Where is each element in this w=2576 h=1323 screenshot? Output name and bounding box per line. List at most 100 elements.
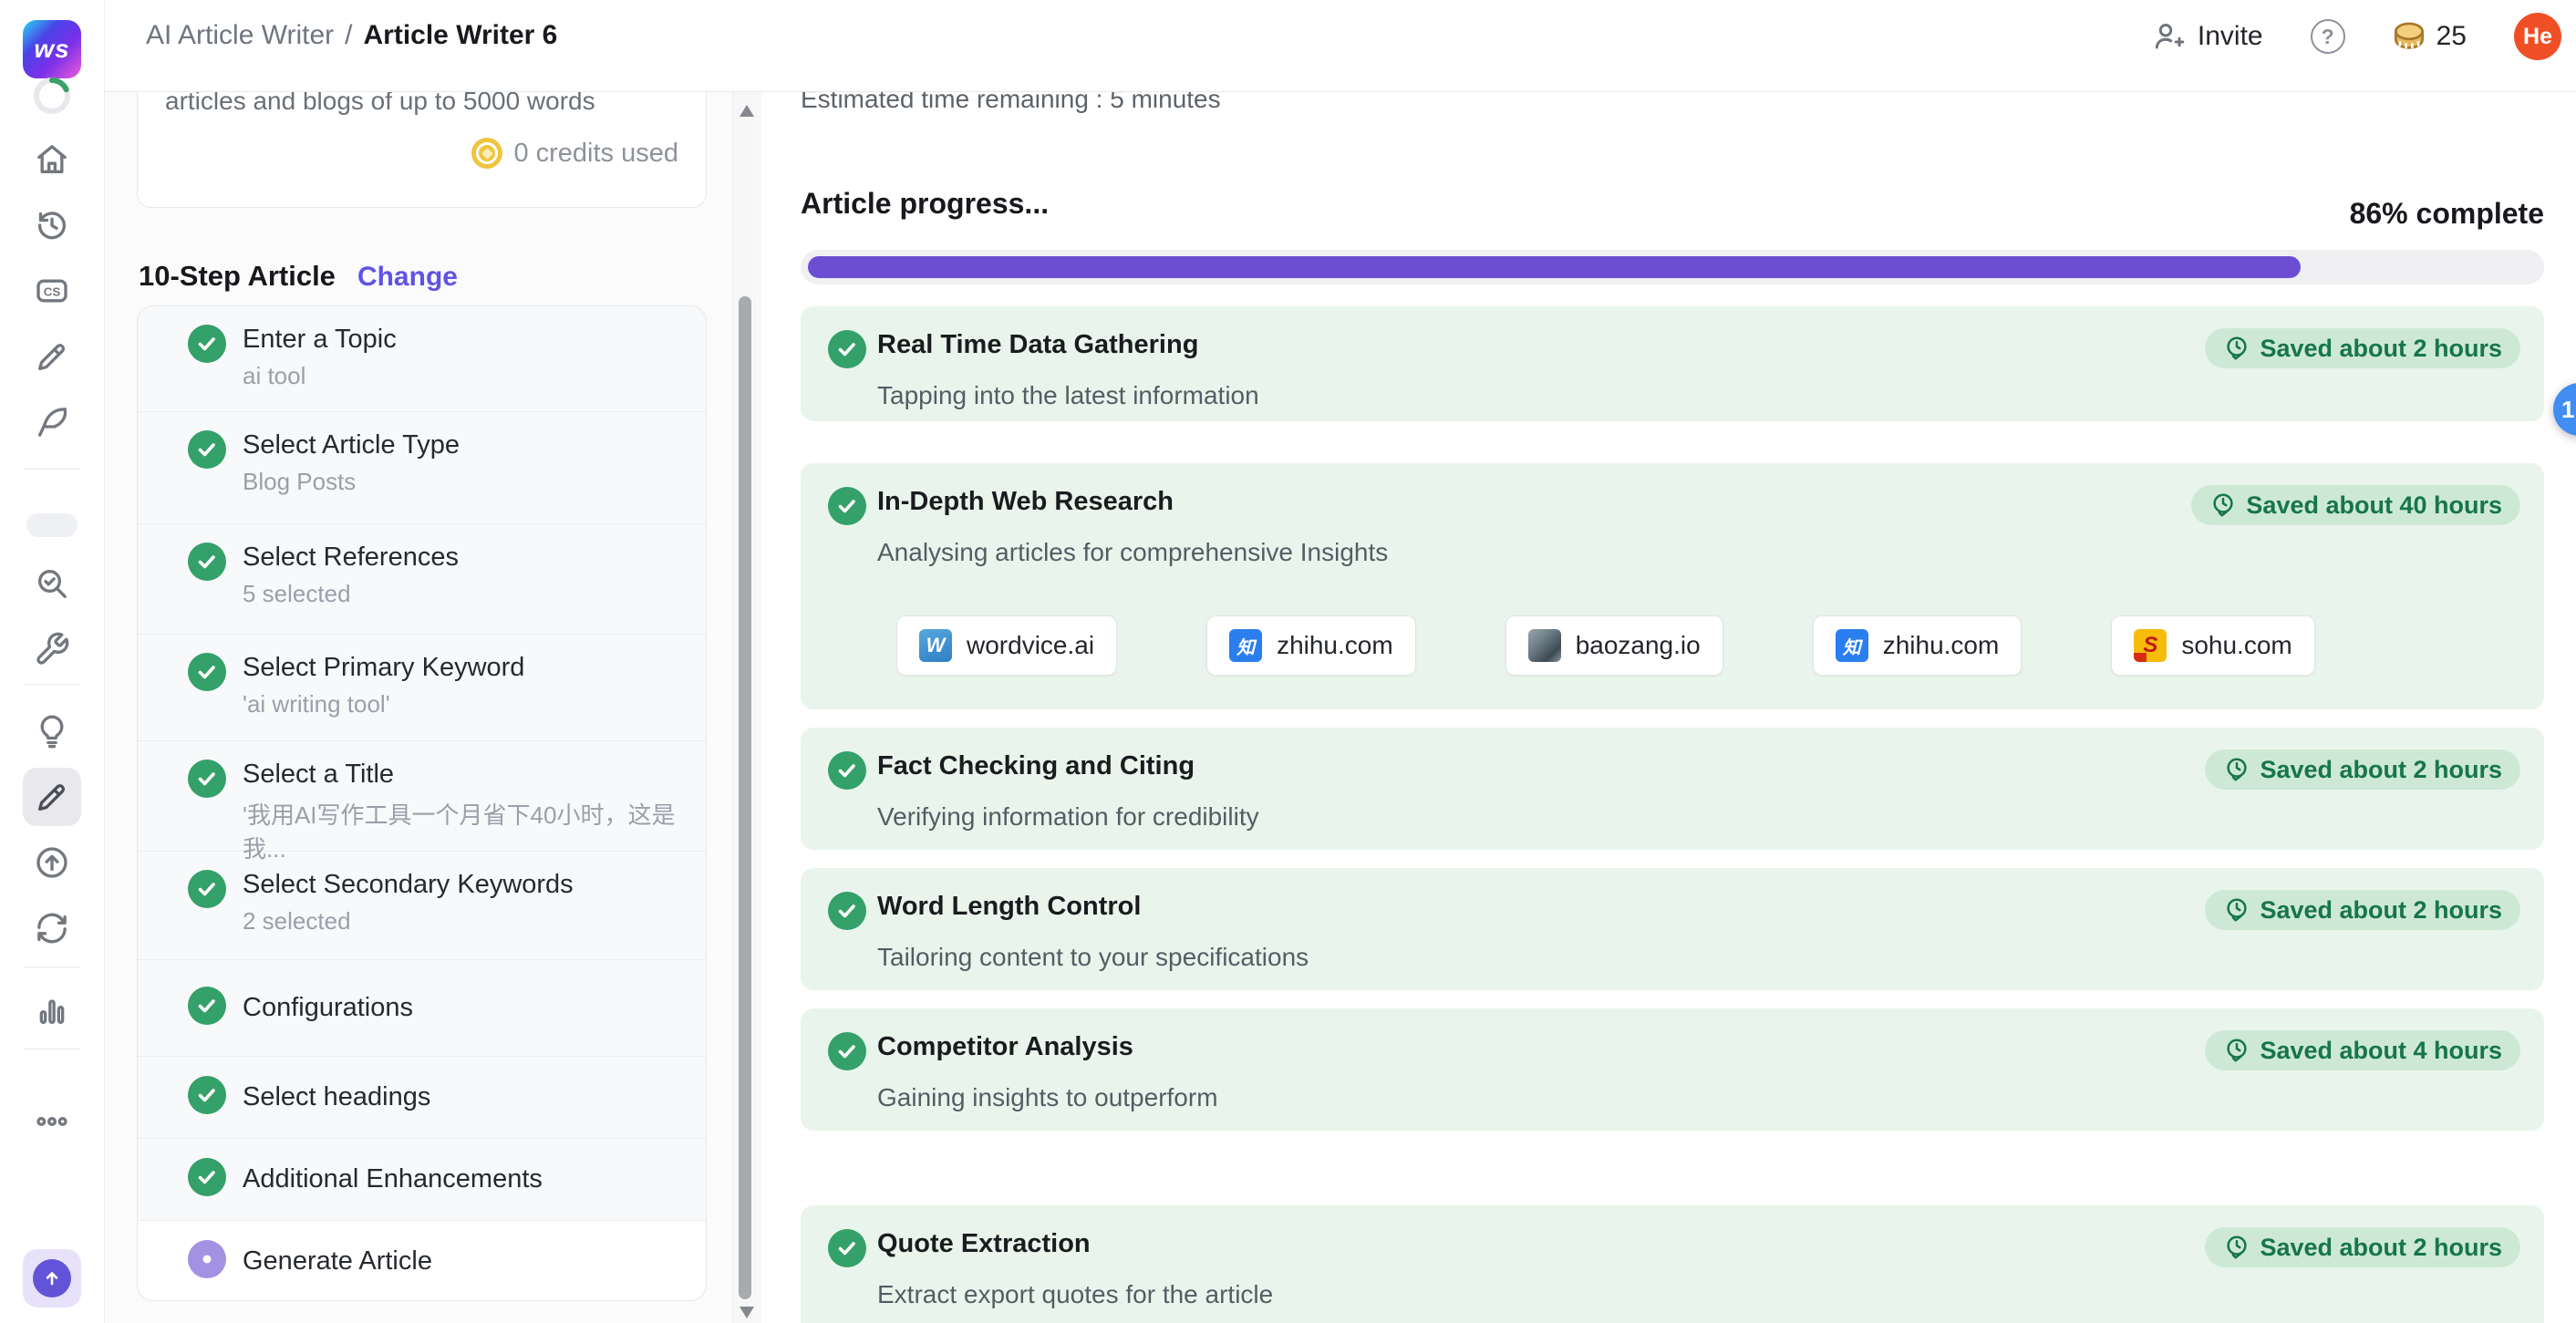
source-chips: W wordvice.ai 知 zhihu.com baozang.io 知 z… xyxy=(896,615,2315,676)
wrench-icon[interactable] xyxy=(34,631,70,667)
check-circle-icon xyxy=(828,1229,866,1272)
step-value: 5 selected xyxy=(243,580,459,608)
time-saved-badge: Saved about 2 hours xyxy=(2205,1227,2520,1267)
step-additional-enhancements[interactable]: Additional Enhancements xyxy=(138,1138,706,1220)
in-progress-circle-icon xyxy=(188,1240,226,1283)
step-label: Additional Enhancements xyxy=(243,1164,543,1194)
lightbulb-icon[interactable] xyxy=(34,713,70,749)
search-check-icon[interactable] xyxy=(34,565,70,602)
step-generate-article[interactable]: Generate Article xyxy=(138,1220,706,1301)
notification-count: 1 xyxy=(2561,396,2574,424)
step-select-primary-keyword[interactable]: Select Primary Keyword'ai writing tool' xyxy=(138,634,706,740)
check-circle-icon xyxy=(188,760,226,802)
breadcrumb-section[interactable]: AI Article Writer xyxy=(146,20,334,51)
source-chip-baozang[interactable]: baozang.io xyxy=(1505,615,1723,676)
pencil-icon[interactable] xyxy=(34,338,70,375)
scroll-top-button[interactable] xyxy=(23,1249,81,1307)
step-configurations[interactable]: Configurations xyxy=(138,959,706,1056)
step-label: Select headings xyxy=(243,1082,430,1112)
task-subtitle: Gaining insights to outperform xyxy=(877,1083,1218,1112)
task-title: Quote Extraction xyxy=(877,1229,1091,1259)
check-circle-icon xyxy=(188,430,226,473)
clock-check-icon xyxy=(2223,896,2250,924)
clock-check-icon xyxy=(2209,491,2237,519)
placeholder-pill xyxy=(26,513,78,537)
step-select-headings[interactable]: Select headings xyxy=(138,1056,706,1138)
source-chip-zhihu[interactable]: 知 zhihu.com xyxy=(1206,615,1416,676)
task-title: Fact Checking and Citing xyxy=(877,751,1195,781)
credits-used: 0 credits used xyxy=(471,138,678,169)
icon-sidebar: ws CS xyxy=(0,0,105,1323)
history-icon[interactable] xyxy=(34,207,70,243)
bar-chart-icon[interactable] xyxy=(34,992,70,1028)
change-plan-link[interactable]: Change xyxy=(357,262,458,293)
person-add-icon xyxy=(2152,20,2185,53)
task-subtitle: Verifying information for credibility xyxy=(877,802,1259,832)
task-subtitle: Extract export quotes for the article xyxy=(877,1280,1273,1309)
step-select-secondary-keywords[interactable]: Select Secondary Keywords2 selected xyxy=(138,851,706,959)
step-enter-a-topic[interactable]: Enter a Topicai tool xyxy=(138,306,706,411)
step-select-article-type[interactable]: Select Article TypeBlog Posts xyxy=(138,411,706,523)
source-chip-sohu[interactable]: S sohu.com xyxy=(2111,615,2314,676)
credit-coin-icon xyxy=(471,138,502,169)
check-circle-icon xyxy=(188,870,226,913)
task-card-word-length: Word Length Control Tailoring content to… xyxy=(801,868,2544,990)
writesonic-logo[interactable]: ws xyxy=(23,20,81,78)
cs-badge-icon[interactable]: CS xyxy=(34,273,70,309)
task-title: Word Length Control xyxy=(877,892,1141,922)
task-title: Real Time Data Gathering xyxy=(877,330,1198,360)
quill-icon[interactable] xyxy=(34,404,70,440)
step-select-references[interactable]: Select References 5 selected xyxy=(138,523,706,634)
check-circle-icon xyxy=(188,1076,226,1119)
refresh-icon[interactable] xyxy=(34,910,70,946)
check-circle-icon xyxy=(188,325,226,367)
progress-bar-fill xyxy=(808,256,2301,278)
breadcrumb: AI Article Writer / Article Writer 6 xyxy=(146,20,557,51)
step-label: Generate Article xyxy=(243,1246,432,1276)
zhihu-favicon: 知 xyxy=(1229,629,1262,662)
time-saved-badge: Saved about 2 hours xyxy=(2205,328,2520,368)
cs-badge-label: CS xyxy=(44,285,61,299)
clock-check-icon xyxy=(2223,756,2250,783)
time-saved-badge: Saved about 40 hours xyxy=(2191,485,2520,525)
source-chip-wordvice[interactable]: W wordvice.ai xyxy=(896,615,1117,676)
check-circle-icon xyxy=(188,1158,226,1201)
invite-button[interactable]: Invite xyxy=(2152,20,2263,53)
arrow-up-icon xyxy=(33,1259,71,1297)
check-circle-icon xyxy=(828,892,866,935)
credits-balance[interactable]: 25 xyxy=(2393,21,2467,52)
task-title: In-Depth Web Research xyxy=(877,487,1174,517)
check-circle-icon xyxy=(828,487,866,530)
more-options-icon[interactable] xyxy=(34,1103,70,1140)
step-label: Select References xyxy=(243,543,459,573)
user-avatar[interactable]: He xyxy=(2514,13,2561,60)
step-select-a-title[interactable]: Select a Title'我用AI写作工具一个月省下40小时，这是我... xyxy=(138,740,706,851)
sidebar-divider xyxy=(24,966,80,967)
panel-scrollbar xyxy=(732,92,758,1323)
time-saved-badge: Saved about 4 hours xyxy=(2205,1030,2520,1070)
scrollbar-thumb[interactable] xyxy=(739,296,751,1299)
clock-check-icon xyxy=(2223,1234,2250,1261)
scrollbar-up-arrow[interactable] xyxy=(740,105,754,117)
progress-title: Article progress... xyxy=(801,187,1049,221)
task-subtitle: Tailoring content to your specifications xyxy=(877,943,1309,972)
home-icon[interactable] xyxy=(34,141,70,178)
step-label: Select Secondary Keywords xyxy=(243,870,574,900)
progress-ring-icon[interactable] xyxy=(31,75,73,117)
step-label: Select Primary Keyword xyxy=(243,653,524,683)
check-circle-icon xyxy=(828,751,866,794)
help-icon[interactable]: ? xyxy=(2311,19,2345,54)
article-progress-main: Estimated time remaining : 5 minutes Art… xyxy=(761,92,2576,1323)
clock-check-icon xyxy=(2223,335,2250,362)
upload-circle-icon[interactable] xyxy=(34,844,70,881)
task-card-competitor-analysis: Competitor Analysis Gaining insights to … xyxy=(801,1008,2544,1131)
check-circle-icon xyxy=(188,543,226,585)
check-circle-icon xyxy=(828,330,866,373)
progress-bar xyxy=(801,250,2544,284)
task-card-real-time-data: Real Time Data Gathering Tapping into th… xyxy=(801,306,2544,421)
source-chip-zhihu-2[interactable]: 知 zhihu.com xyxy=(1813,615,2023,676)
step-value: '我用AI写作工具一个月省下40小时，这是我... xyxy=(243,797,706,864)
scrollbar-down-arrow[interactable] xyxy=(740,1307,754,1318)
time-saved-badge: Saved about 2 hours xyxy=(2205,890,2520,930)
article-writer-icon-active[interactable] xyxy=(23,768,81,826)
